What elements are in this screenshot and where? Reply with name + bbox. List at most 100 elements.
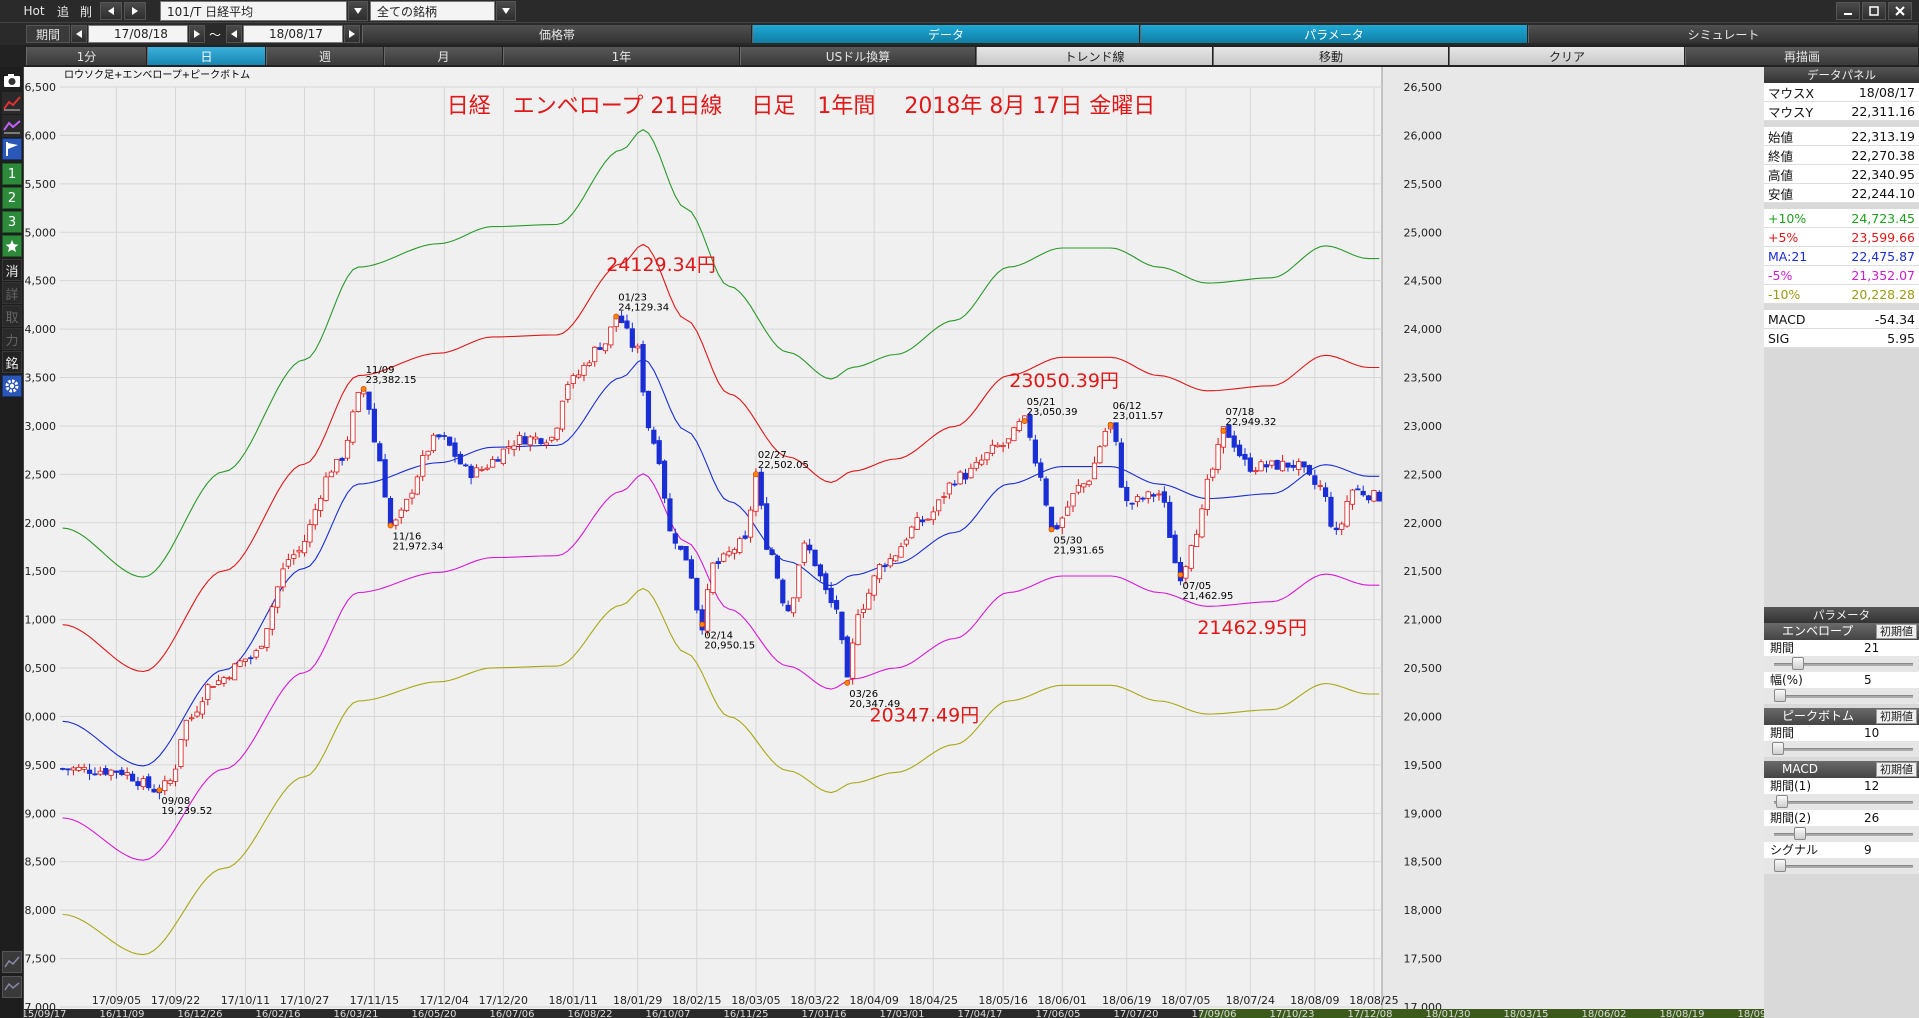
chart-type-alt-icon[interactable] (2, 976, 22, 998)
candle-body (1274, 459, 1280, 470)
chart-type-icon[interactable] (2, 951, 22, 973)
indicator-chart-icon[interactable] (2, 115, 22, 137)
layout-1-button[interactable]: 1 (2, 163, 22, 185)
candle-body (355, 392, 361, 412)
macd-reset-button[interactable]: 初期値 (1876, 762, 1917, 777)
header-price-zone[interactable]: 価格帯 (362, 25, 752, 43)
y-tick-label-left: 21,500 (24, 565, 56, 578)
macd-p2-slider[interactable] (1764, 826, 1919, 842)
x-tick-label: 17/12/20 (479, 994, 528, 1007)
slider-knob[interactable] (1774, 859, 1786, 872)
minimize-icon[interactable] (1836, 2, 1860, 20)
candle-body (60, 768, 66, 770)
candle-body (651, 429, 657, 444)
tab-weekly[interactable]: 週 (266, 47, 384, 65)
envelope-row-2: MA:21 22,475.87 (1764, 247, 1919, 266)
tab-monthly[interactable]: 月 (384, 47, 503, 65)
filter-dropdown-icon[interactable] (496, 1, 516, 21)
candle-body (334, 458, 340, 473)
camera-icon[interactable] (2, 69, 22, 91)
header-simulate[interactable]: シミュレート (1528, 25, 1919, 43)
y-tick-label-right: 24,500 (1404, 275, 1443, 288)
slider-knob[interactable] (1772, 742, 1784, 755)
slider-knob[interactable] (1774, 689, 1786, 702)
from-next-icon[interactable] (189, 25, 205, 43)
x-tick-label: 18/06/19 (1102, 994, 1151, 1007)
candle-body (801, 542, 807, 563)
candle-body (221, 677, 227, 684)
layout-2-button[interactable]: 2 (2, 187, 22, 209)
candle-body (275, 586, 281, 608)
maximize-icon[interactable] (1862, 2, 1886, 20)
prev-arrow-icon[interactable] (100, 2, 122, 20)
slider-knob[interactable] (1794, 827, 1806, 840)
envelope-reset-button[interactable]: 初期値 (1876, 624, 1917, 639)
candle-body (839, 611, 845, 641)
tab-1year[interactable]: 1年 (503, 47, 740, 65)
tab-daily[interactable]: 日 (147, 47, 266, 65)
candle-body (796, 564, 802, 599)
next-arrow-icon[interactable] (124, 2, 146, 20)
add-button[interactable]: 追 (53, 2, 73, 20)
chevron-down-icon[interactable] (348, 1, 368, 21)
slider-knob[interactable] (1792, 657, 1804, 670)
date-from-input[interactable]: 17/08/18 (88, 25, 188, 43)
candle-body (1070, 493, 1076, 507)
candle-body (581, 365, 587, 376)
chart-area[interactable]: 17,00017,00017,50017,50018,00018,00018,5… (24, 67, 1764, 1018)
peak-reset-button[interactable]: 初期値 (1876, 709, 1917, 724)
layout-3-button[interactable]: 3 (2, 211, 22, 233)
macd-signal-slider[interactable] (1764, 858, 1919, 874)
tab-trendline[interactable]: トレンド線 (976, 47, 1213, 65)
detail-button[interactable]: 詳 (2, 282, 22, 304)
envelope-width-slider[interactable] (1764, 688, 1919, 704)
date-to-input[interactable]: 18/08/17 (243, 25, 343, 43)
candle-body (678, 545, 684, 550)
candle-body (790, 597, 797, 614)
settings-gear-icon[interactable] (2, 375, 22, 397)
input-button[interactable]: 力 (2, 328, 22, 350)
trade-button[interactable]: 取 (2, 305, 22, 327)
to-prev-icon[interactable] (226, 25, 242, 43)
y-tick-label-left: 23,000 (24, 420, 56, 433)
tab-1min[interactable]: 1分 (26, 47, 147, 65)
stock-code-input[interactable]: 101/T 日経平均 (160, 1, 347, 21)
peak-group: ピークボトム 初期値 (1764, 708, 1919, 725)
header-parameter[interactable]: パラメータ (1140, 25, 1528, 43)
from-prev-icon[interactable] (71, 25, 87, 43)
tab-move[interactable]: 移動 (1213, 47, 1449, 65)
candle-body (1231, 435, 1237, 448)
candle-body (1145, 491, 1151, 499)
macd-p1-slider[interactable] (1764, 794, 1919, 810)
candle-body (280, 568, 286, 588)
candle-body (640, 344, 646, 393)
y-tick-label-left: 20,000 (24, 710, 56, 723)
candle-body (140, 778, 146, 788)
tab-usd[interactable]: USドル換算 (740, 47, 976, 65)
slider-knob[interactable] (1776, 795, 1788, 808)
candle-body (318, 497, 324, 511)
header-data[interactable]: データ (752, 25, 1140, 43)
to-next-icon[interactable] (344, 25, 360, 43)
candle-body (1258, 461, 1264, 472)
y-tick-label-right: 20,500 (1404, 662, 1443, 675)
envelope-period-slider[interactable] (1764, 656, 1919, 672)
hot-button[interactable]: Hot (22, 2, 46, 20)
erase-button[interactable]: 消 (2, 259, 22, 281)
envelope-period-value: 21 (1864, 641, 1880, 655)
tab-clear[interactable]: クリア (1449, 47, 1685, 65)
close-icon[interactable] (1888, 2, 1912, 20)
candlestick-chart[interactable]: 17,00017,00017,50017,50018,00018,00018,5… (24, 67, 1764, 1018)
peak-period-slider[interactable] (1764, 741, 1919, 757)
candle-body (543, 442, 549, 446)
tab-redraw[interactable]: 再描画 (1685, 47, 1919, 65)
stock-filter-select[interactable]: 全ての銘柄 (370, 1, 495, 21)
flag-icon[interactable] (2, 138, 22, 160)
candle-body (430, 434, 437, 452)
stock-button[interactable]: 銘 (2, 351, 22, 373)
period-bar: 期間 17/08/18 ～ 18/08/17 価格帯 データ パラメータ シミュ… (0, 23, 1919, 45)
candle-body (506, 446, 512, 449)
delete-button[interactable]: 削 (76, 2, 96, 20)
line-chart-icon[interactable] (2, 92, 22, 114)
favorite-star-icon[interactable] (2, 235, 22, 257)
